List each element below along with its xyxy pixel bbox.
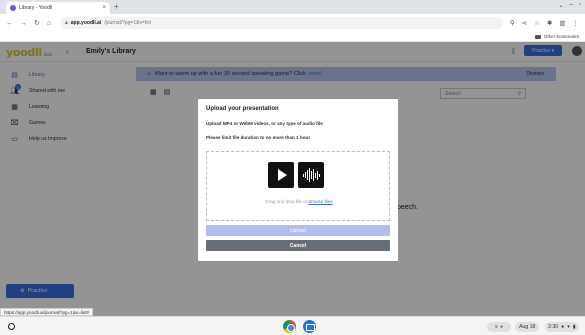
video-play-icon: [268, 162, 294, 188]
other-bookmarks-label: Other bookmarks: [543, 34, 579, 39]
folder-icon: [534, 34, 541, 39]
toolbar-icons: ⚲ ⋖ ☆ ✱ ▥ ⋮: [510, 19, 579, 27]
dropzone-text: Drag and drop file or browse files: [207, 199, 391, 204]
taskbar: ≡ ◕ Aug 18 2:30 ● ▾ ▮: [0, 316, 585, 335]
url-domain: app.yoodli.ai: [70, 20, 102, 26]
browser-tab-bar: Library - Yoodli × + ⌄ – ▫: [0, 0, 585, 14]
profile-icon: ◕: [499, 324, 503, 330]
mic-icon: ≡: [495, 324, 498, 330]
new-tab-icon[interactable]: +: [114, 2, 119, 11]
tab-search-icon[interactable]: ⌄: [558, 2, 563, 9]
launcher-icon[interactable]: [8, 323, 15, 330]
status-url: https://app.yoodli.ai/journal/?pg=1&v=li…: [0, 308, 94, 316]
upload-modal: Upload your presentation Upload MP4 or W…: [198, 99, 398, 261]
reload-icon[interactable]: ↻: [34, 19, 40, 27]
wifi-icon: ▾: [567, 324, 570, 330]
status-tray[interactable]: 2:30 ● ▾ ▮: [545, 322, 579, 332]
file-dropzone[interactable]: Drag and drop file or browse files: [206, 151, 390, 221]
modal-limit-note: Please limit file duration to no more th…: [206, 135, 311, 140]
bookmarks-bar: Other bookmarks: [0, 32, 585, 42]
url-field[interactable]: 🔒︎ app.yoodli.ai/journal/?pg=1&v=list: [60, 17, 503, 29]
browse-files-link[interactable]: browse files: [308, 199, 332, 204]
file-type-icons: [268, 162, 324, 188]
home-icon[interactable]: ⌂: [47, 20, 51, 27]
zoom-icon[interactable]: ⚲: [510, 19, 515, 27]
upload-button[interactable]: Upload: [206, 225, 390, 236]
settings-icon: ●: [561, 324, 565, 330]
clock-time: 2:30: [548, 324, 559, 330]
extensions-icon[interactable]: ✱: [547, 19, 552, 27]
close-tab-icon[interactable]: ×: [102, 5, 106, 11]
menu-icon[interactable]: ⋮: [573, 19, 580, 27]
minimize-icon[interactable]: –: [570, 2, 573, 9]
battery-icon: ▮: [572, 324, 576, 330]
maximize-icon[interactable]: ▫: [579, 2, 581, 9]
sidepanel-icon[interactable]: ▥: [559, 19, 565, 27]
browser-tab[interactable]: Library - Yoodli ×: [6, 2, 110, 14]
lock-icon[interactable]: 🔒︎: [65, 20, 68, 26]
yoodli-favicon-icon: [10, 5, 16, 11]
window-controls: ⌄ – ▫: [558, 2, 581, 9]
tray-media[interactable]: ≡ ◕: [487, 322, 511, 332]
back-icon[interactable]: ←: [6, 20, 13, 27]
modal-title: Upload your presentation: [206, 106, 279, 112]
star-icon[interactable]: ☆: [534, 19, 540, 27]
tab-title: Library - Yoodli: [19, 5, 53, 11]
dropzone-hint: Drag and drop file or: [265, 199, 308, 204]
files-icon[interactable]: [303, 320, 316, 333]
share-icon[interactable]: ⋖: [522, 19, 527, 27]
url-path: /journal/?pg=1&v=list: [104, 20, 152, 26]
chrome-icon[interactable]: [283, 320, 296, 333]
forward-icon[interactable]: →: [20, 20, 27, 27]
other-bookmarks[interactable]: Other bookmarks: [534, 34, 579, 39]
cancel-button[interactable]: Cancel: [206, 240, 390, 251]
audio-wave-icon: [298, 162, 324, 188]
modal-instructions: Upload MP4 or WebM videos, or any type o…: [206, 121, 323, 126]
address-bar-row: ← → ↻ ⌂ 🔒︎ app.yoodli.ai/journal/?pg=1&v…: [0, 14, 585, 32]
date-display[interactable]: Aug 18: [515, 322, 540, 332]
